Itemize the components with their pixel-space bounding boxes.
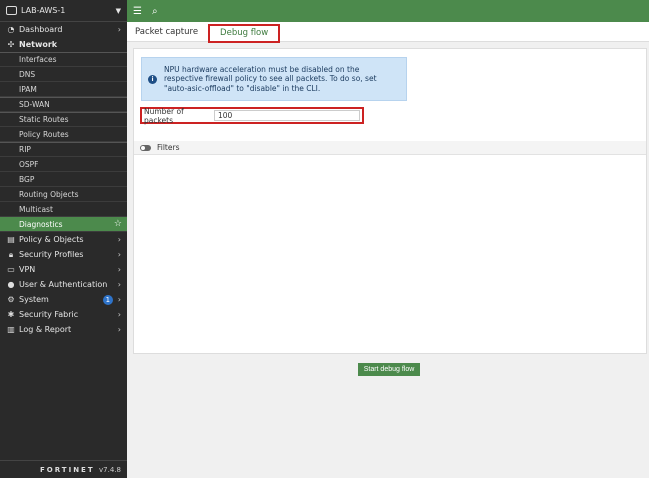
chevron-right-icon: › <box>117 25 121 34</box>
info-icon: i <box>148 74 157 84</box>
gear-icon: ⚙ <box>7 295 15 304</box>
sidebar-subitem-routing-objects[interactable]: Routing Objects <box>0 187 127 202</box>
monitor-icon: ▭ <box>7 265 15 274</box>
sidebar-item-system[interactable]: ⚙ System 1 › <box>0 292 127 307</box>
chevron-right-icon: › <box>117 310 121 319</box>
sidebar-item-network[interactable]: ✣ Network <box>0 37 127 52</box>
device-selector[interactable]: LAB-AWS-1 ▼ <box>0 0 127 22</box>
start-debug-flow-button[interactable]: Start debug flow <box>358 363 420 376</box>
number-of-packets-label: Number of packets <box>144 106 184 125</box>
chevron-right-icon: › <box>117 250 121 259</box>
sidebar-subitem-ipam[interactable]: IPAM <box>0 82 127 97</box>
number-of-packets-input[interactable]: 100 <box>214 110 360 121</box>
debug-flow-panel: i NPU hardware acceleration must be disa… <box>133 48 647 354</box>
sidebar-item-label: Diagnostics <box>19 219 63 229</box>
sidebar-item-label: Log & Report <box>19 325 72 334</box>
version-label: v7.4.8 <box>99 465 121 474</box>
chevron-right-icon: › <box>117 295 121 304</box>
notification-badge: 1 <box>102 294 113 305</box>
sidebar-item-vpn[interactable]: ▭ VPN › <box>0 262 127 277</box>
sidebar-item-label: Dashboard <box>19 25 63 34</box>
tab-bar: Packet capture Debug flow <box>127 22 649 43</box>
chart-icon: ▥ <box>7 325 15 334</box>
lock-icon: 🔒︎ <box>8 249 14 259</box>
sidebar-item-log-report[interactable]: ▥ Log & Report › <box>0 322 127 337</box>
device-name: LAB-AWS-1 <box>21 6 66 15</box>
menu-icon[interactable]: ☰ <box>133 6 142 17</box>
fabric-icon: ✱ <box>7 310 15 319</box>
sidebar-item-security-profiles[interactable]: 🔒︎ Security Profiles › <box>0 247 127 262</box>
policy-icon: ▤ <box>7 235 15 244</box>
sidebar-item-dashboard[interactable]: ◔ Dashboard › <box>0 22 127 37</box>
sidebar-subitem-sd-wan[interactable]: SD-WAN <box>0 97 127 112</box>
search-icon[interactable]: ⌕ <box>152 6 158 17</box>
chevron-right-icon: › <box>117 325 121 334</box>
dashboard-icon: ◔ <box>7 25 15 34</box>
filters-toggle[interactable] <box>140 144 151 151</box>
caret-down-icon: ▼ <box>115 6 121 15</box>
chevron-right-icon: › <box>117 280 121 289</box>
info-notice: i NPU hardware acceleration must be disa… <box>141 57 407 101</box>
top-bar: ☰ ⌕ <box>127 0 649 22</box>
sidebar-subitem-multicast[interactable]: Multicast <box>0 202 127 217</box>
sidebar-item-label: Network <box>19 40 58 49</box>
sidebar-item-label: Security Profiles <box>19 250 84 259</box>
fortinet-logo: FORTINET <box>40 465 95 474</box>
chevron-right-icon: › <box>117 265 121 274</box>
tab-packet-capture[interactable]: Packet capture <box>133 27 203 41</box>
sidebar-item-label: VPN <box>19 265 36 274</box>
sidebar-subitem-diagnostics[interactable]: Diagnostics ☆ <box>0 217 127 232</box>
sidebar-item-label: User & Authentication <box>19 280 108 289</box>
number-of-packets-field: Number of packets 100 <box>140 106 364 125</box>
sidebar-subitem-dns[interactable]: DNS <box>0 67 127 82</box>
sidebar-subitem-ospf[interactable]: OSPF <box>0 157 127 172</box>
sidebar-subitem-interfaces[interactable]: Interfaces <box>0 52 127 67</box>
sidebar-subitem-rip[interactable]: RIP <box>0 142 127 157</box>
sidebar-item-label: Security Fabric <box>19 310 79 319</box>
sidebar-footer: FORTINET v7.4.8 <box>0 460 127 478</box>
sidebar: LAB-AWS-1 ▼ ◔ Dashboard › ✣ Network Inte… <box>0 0 127 478</box>
tab-debug-flow[interactable]: Debug flow <box>208 24 281 43</box>
sidebar-item-user-authentication[interactable]: ● User & Authentication › <box>0 277 127 292</box>
sidebar-item-label: System <box>19 295 49 304</box>
star-icon[interactable]: ☆ <box>114 219 122 229</box>
filters-label: Filters <box>157 143 180 152</box>
sidebar-item-security-fabric[interactable]: ✱ Security Fabric › <box>0 307 127 322</box>
sidebar-subitem-static-routes[interactable]: Static Routes <box>0 112 127 127</box>
filters-section: Filters <box>134 141 646 155</box>
chevron-right-icon: › <box>117 235 121 244</box>
main-content: Packet capture Debug flow i NPU hardware… <box>127 22 649 478</box>
info-message: NPU hardware acceleration must be disabl… <box>164 64 377 93</box>
sidebar-subitem-policy-routes[interactable]: Policy Routes <box>0 127 127 142</box>
sidebar-subitem-bgp[interactable]: BGP <box>0 172 127 187</box>
device-icon <box>6 6 17 15</box>
sidebar-item-policy-objects[interactable]: ▤ Policy & Objects › <box>0 232 127 247</box>
network-icon: ✣ <box>7 40 15 49</box>
sidebar-nav: ◔ Dashboard › ✣ Network Interfaces DNS I… <box>0 22 127 337</box>
sidebar-item-label: Policy & Objects <box>19 235 84 244</box>
user-icon: ● <box>7 280 15 289</box>
